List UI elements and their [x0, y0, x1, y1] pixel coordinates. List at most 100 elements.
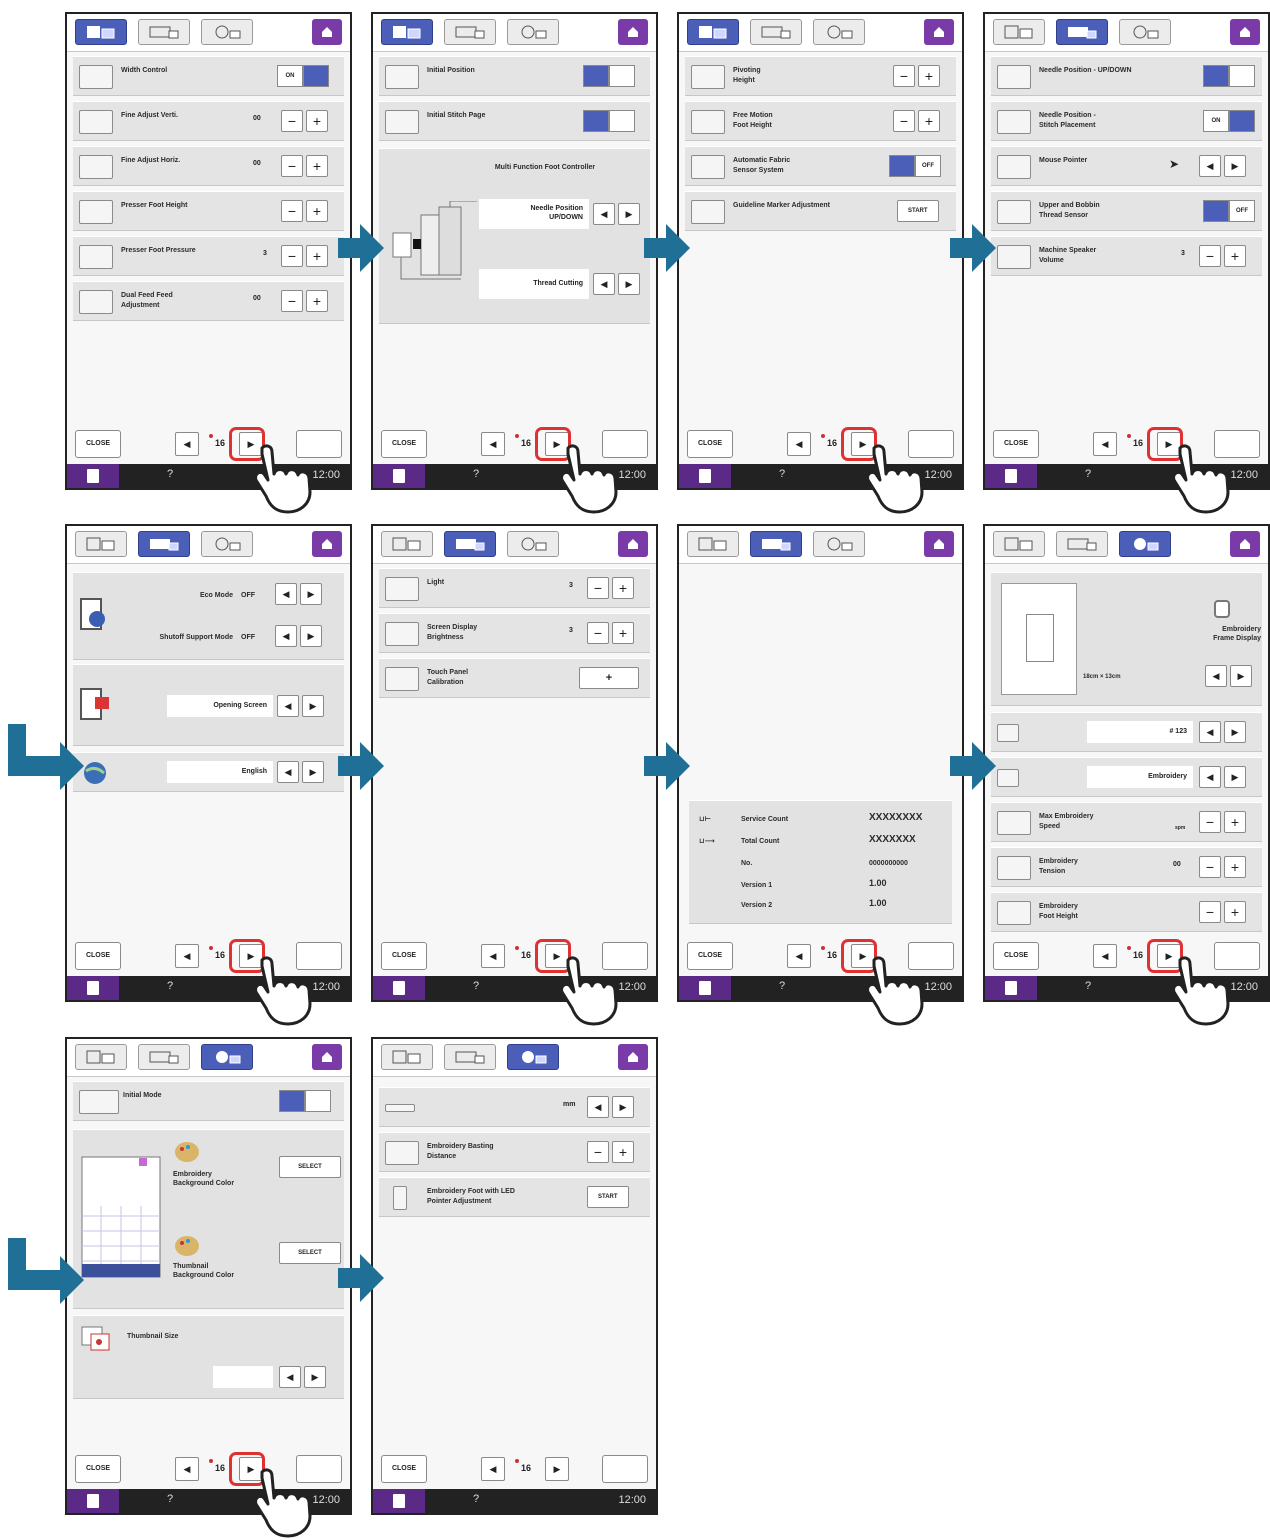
tab-utility-settings[interactable]: [993, 531, 1045, 557]
document-icon[interactable]: [1005, 981, 1017, 995]
language-next-button[interactable]: ▶: [302, 761, 324, 783]
plus-button[interactable]: +: [612, 1141, 634, 1163]
tab-embroidery-settings[interactable]: [507, 531, 559, 557]
home-button[interactable]: [618, 1044, 648, 1070]
position-option-2[interactable]: [609, 65, 635, 87]
plus-button[interactable]: +: [1224, 245, 1246, 267]
plus-button[interactable]: +: [306, 290, 328, 312]
prev-page-button[interactable]: ◀: [481, 944, 505, 968]
home-button[interactable]: [312, 19, 342, 45]
help-icon[interactable]: ?: [473, 468, 479, 480]
plus-button[interactable]: +: [306, 155, 328, 177]
tab-embroidery-settings[interactable]: [201, 531, 253, 557]
prev-page-button[interactable]: ◀: [787, 432, 811, 456]
prev-page-button[interactable]: ◀: [481, 432, 505, 456]
minus-button[interactable]: −: [281, 200, 303, 222]
pointer-next-button[interactable]: ▶: [1224, 155, 1246, 177]
tab-utility-settings[interactable]: [381, 19, 433, 45]
tab-general-settings[interactable]: [138, 531, 190, 557]
home-button[interactable]: [924, 531, 954, 557]
opening-prev-button[interactable]: ◀: [277, 695, 299, 717]
close-button[interactable]: CLOSE: [381, 1455, 427, 1483]
home-button[interactable]: [1230, 531, 1260, 557]
plus-button[interactable]: +: [612, 577, 634, 599]
close-button[interactable]: CLOSE: [75, 430, 121, 458]
plus-button[interactable]: +: [918, 110, 940, 132]
tab-general-settings[interactable]: [1056, 531, 1108, 557]
thread-brand-prev-button[interactable]: ◀: [1199, 766, 1221, 788]
close-button[interactable]: CLOSE: [687, 942, 733, 970]
tab-general-settings[interactable]: [1056, 19, 1108, 45]
plus-button[interactable]: +: [306, 245, 328, 267]
minus-button[interactable]: −: [587, 1141, 609, 1163]
prev-page-button[interactable]: ◀: [175, 944, 199, 968]
on-off-toggle[interactable]: OFF: [1203, 200, 1255, 222]
on-off-toggle[interactable]: OFF: [889, 155, 941, 177]
home-button[interactable]: [924, 19, 954, 45]
minus-button[interactable]: −: [281, 155, 303, 177]
start-button[interactable]: START: [587, 1186, 629, 1208]
start-button[interactable]: START: [897, 200, 939, 222]
option-2-next-button[interactable]: ▶: [618, 273, 640, 295]
tab-utility-settings[interactable]: [687, 531, 739, 557]
tab-embroidery-settings[interactable]: [813, 19, 865, 45]
help-icon[interactable]: ?: [167, 1493, 173, 1505]
plus-button[interactable]: +: [1224, 811, 1246, 833]
on-off-toggle[interactable]: ON: [277, 65, 329, 87]
home-button[interactable]: [618, 531, 648, 557]
tab-general-settings[interactable]: [138, 1044, 190, 1070]
eco-prev-button[interactable]: ◀: [275, 583, 297, 605]
close-button[interactable]: CLOSE: [687, 430, 733, 458]
pointer-prev-button[interactable]: ◀: [1199, 155, 1221, 177]
option-1-next-button[interactable]: ▶: [618, 203, 640, 225]
help-icon[interactable]: ?: [779, 468, 785, 480]
toggle-off[interactable]: [303, 65, 329, 87]
frame-next-button[interactable]: ▶: [1230, 665, 1252, 687]
select-thumbnail-color-button[interactable]: SELECT: [279, 1242, 341, 1264]
stitch-page-option-2[interactable]: [609, 110, 635, 132]
shutoff-prev-button[interactable]: ◀: [275, 625, 297, 647]
close-button[interactable]: CLOSE: [75, 942, 121, 970]
plus-button[interactable]: +: [918, 65, 940, 87]
on-off-toggle[interactable]: ON: [1203, 110, 1255, 132]
language-prev-button[interactable]: ◀: [277, 761, 299, 783]
home-button[interactable]: [618, 19, 648, 45]
help-icon[interactable]: ?: [473, 1493, 479, 1505]
thread-number-next-button[interactable]: ▶: [1224, 721, 1246, 743]
select-bg-color-button[interactable]: SELECT: [279, 1156, 341, 1178]
close-button[interactable]: CLOSE: [993, 430, 1039, 458]
toggle-off[interactable]: [1229, 110, 1255, 132]
minus-button[interactable]: −: [1199, 901, 1221, 923]
thumbnail-size-prev-button[interactable]: ◀: [279, 1366, 301, 1388]
minus-button[interactable]: −: [893, 65, 915, 87]
option-1-prev-button[interactable]: ◀: [593, 203, 615, 225]
shutoff-next-button[interactable]: ▶: [300, 625, 322, 647]
option-2-prev-button[interactable]: ◀: [593, 273, 615, 295]
tab-general-settings[interactable]: [750, 19, 802, 45]
prev-page-button[interactable]: ◀: [175, 432, 199, 456]
minus-button[interactable]: −: [587, 577, 609, 599]
close-button[interactable]: CLOSE: [381, 942, 427, 970]
home-button[interactable]: [1230, 19, 1260, 45]
prev-page-button[interactable]: ◀: [1093, 432, 1117, 456]
machine-setting-button[interactable]: [602, 1455, 648, 1483]
prev-page-button[interactable]: ◀: [787, 944, 811, 968]
tab-embroidery-settings[interactable]: [1119, 19, 1171, 45]
tab-utility-settings[interactable]: [75, 531, 127, 557]
document-icon[interactable]: [87, 469, 99, 483]
prev-page-button[interactable]: ◀: [481, 1457, 505, 1481]
document-icon[interactable]: [1005, 469, 1017, 483]
tab-embroidery-settings[interactable]: [813, 531, 865, 557]
needle-down-option[interactable]: [1229, 65, 1255, 87]
toggle-on[interactable]: ON: [277, 65, 303, 87]
help-icon[interactable]: ?: [1085, 980, 1091, 992]
document-icon[interactable]: [87, 981, 99, 995]
prev-page-button[interactable]: ◀: [1093, 944, 1117, 968]
help-icon[interactable]: ?: [473, 980, 479, 992]
initial-mode-option-2[interactable]: [305, 1090, 331, 1112]
minus-button[interactable]: −: [281, 290, 303, 312]
tab-general-settings[interactable]: [444, 19, 496, 45]
position-toggle[interactable]: [583, 65, 635, 87]
minus-button[interactable]: −: [281, 110, 303, 132]
home-button[interactable]: [312, 531, 342, 557]
